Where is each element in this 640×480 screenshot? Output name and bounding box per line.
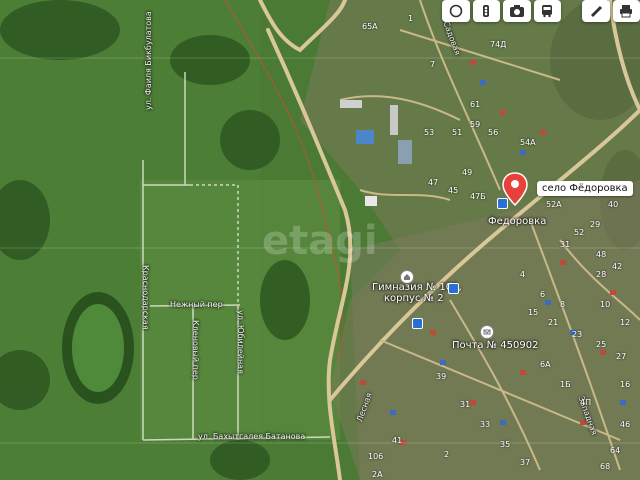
house-number: 52 <box>574 228 585 237</box>
house-number: 68 <box>600 462 611 471</box>
house-number: 31 <box>460 400 471 409</box>
house-number: 6А <box>540 360 551 369</box>
street-label-yubileynaya: ул. Юбилейная <box>236 310 245 374</box>
camera-icon[interactable] <box>503 0 531 22</box>
bus-stop-icon[interactable] <box>448 283 459 294</box>
house-number: 40 <box>608 200 619 209</box>
house-number: 59 <box>470 120 481 129</box>
map-toolbar <box>442 0 640 22</box>
house-number: 61 <box>470 100 481 109</box>
printer-icon[interactable] <box>612 0 640 22</box>
house-number: 47Б <box>470 192 486 201</box>
house-number: 27 <box>616 352 627 361</box>
house-number: 4П <box>580 398 592 407</box>
house-number: 64 <box>610 446 621 455</box>
house-number: 42 <box>612 262 623 271</box>
house-number: 54А <box>520 138 536 147</box>
house-number: 1 <box>408 14 414 23</box>
house-number: 2А <box>372 470 383 479</box>
house-number: 6 <box>540 290 546 299</box>
house-number: 39 <box>436 372 447 381</box>
house-number: 106 <box>368 452 384 461</box>
post-office-icon[interactable] <box>480 325 494 339</box>
house-number: 35 <box>500 440 511 449</box>
house-number: 16 <box>620 380 631 389</box>
house-number: 2 <box>444 450 450 459</box>
house-number: 74Д <box>490 40 507 49</box>
house-number: 15 <box>528 308 539 317</box>
house-number: 47 <box>428 178 439 187</box>
house-number: 1Б <box>560 380 571 389</box>
house-number: 56 <box>488 128 499 137</box>
house-number: 21 <box>548 318 559 327</box>
poi-gymnasium-line2: корпус № 2 <box>384 293 444 304</box>
bus-stop-icon[interactable] <box>412 318 423 329</box>
house-number: 23 <box>572 330 583 339</box>
house-number: 46 <box>620 420 631 429</box>
house-number: 33 <box>480 420 491 429</box>
place-name-label[interactable]: село Фёдоровка <box>537 181 633 196</box>
house-number: 51 <box>452 128 463 137</box>
house-number: 28 <box>596 270 607 279</box>
house-number: 37 <box>520 458 531 467</box>
house-number: 52А <box>546 200 562 209</box>
village-label: Федоровка <box>488 216 547 227</box>
poi-post-office: Почта № 450902 <box>452 340 539 351</box>
house-number: 7 <box>430 60 436 69</box>
ruler-icon[interactable] <box>582 0 610 22</box>
house-number: 53 <box>424 128 435 137</box>
house-number: 65А <box>362 22 378 31</box>
street-label-nezhny: Нежный пер <box>170 300 223 309</box>
house-number: 8 <box>560 300 566 309</box>
location-pin-icon[interactable] <box>502 172 528 206</box>
house-number: 31 <box>560 240 571 249</box>
street-label-bakhytgalei: ул. Бахытгалея Батанова <box>198 432 306 441</box>
house-number: 4 <box>520 270 526 279</box>
house-number: 25 <box>596 340 607 349</box>
bus-icon[interactable] <box>533 0 561 22</box>
house-number: 41 <box>392 436 403 445</box>
traffic-icon[interactable] <box>472 0 500 22</box>
street-label-bikbulatova: ул. Фаиля Бикбулатова <box>144 11 153 110</box>
house-number: 48 <box>596 250 607 259</box>
house-number: 12 <box>620 318 631 327</box>
house-number: 10 <box>600 300 611 309</box>
house-number: 49 <box>462 168 473 177</box>
house-number: 29 <box>590 220 601 229</box>
house-number: 45 <box>448 186 459 195</box>
watermark-text: etagi <box>262 218 378 264</box>
layers-circle-icon[interactable] <box>442 0 470 22</box>
street-label-klenovy: Кленовый пер <box>191 320 200 380</box>
street-label-krasnodarskaya: Краснодарская <box>141 265 150 330</box>
